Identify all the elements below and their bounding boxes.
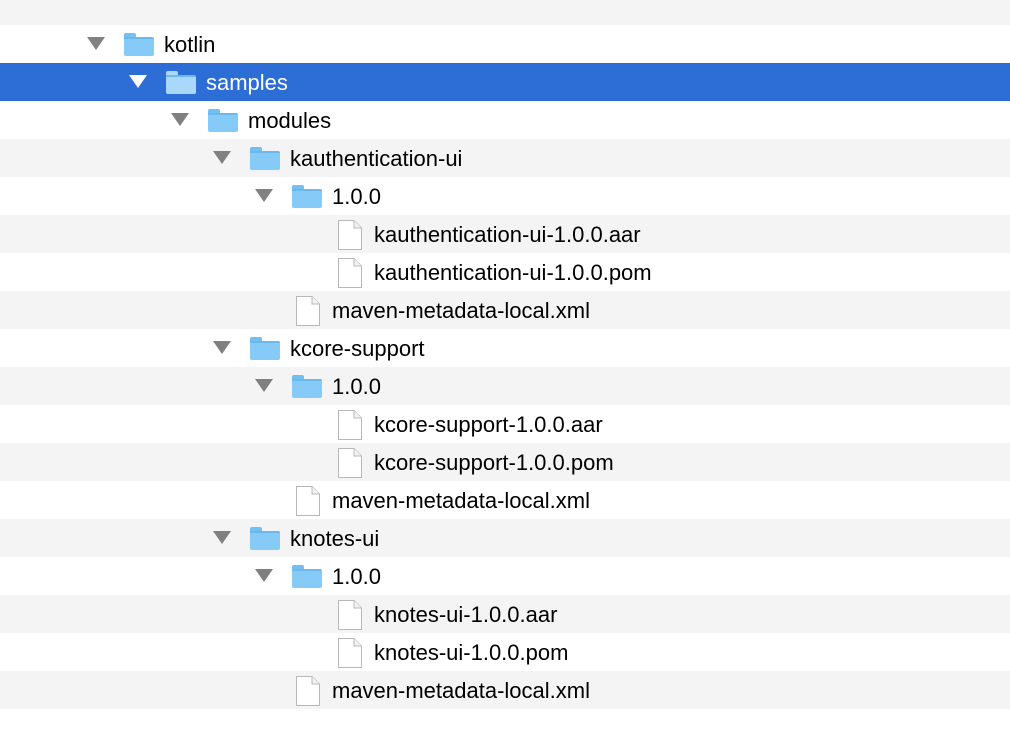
tree-row-version[interactable]: 1.0.0 [0, 557, 1010, 595]
tree-row-label: 1.0.0 [332, 184, 381, 209]
document-icon [338, 220, 362, 250]
folder-icon [291, 563, 323, 589]
tree-row-file[interactable]: kauthentication-ui-1.0.0.pom [0, 253, 1010, 291]
folder-icon [207, 107, 239, 133]
tree-row-label: kauthentication-ui-1.0.0.pom [374, 260, 652, 285]
document-icon [338, 410, 362, 440]
tree-row-file[interactable]: maven-metadata-local.xml [0, 671, 1010, 709]
tree-row-file[interactable]: knotes-ui-1.0.0.aar [0, 595, 1010, 633]
tree-row-kotlin[interactable]: kotlin [0, 25, 1010, 63]
tree-row-file[interactable]: kcore-support-1.0.0.pom [0, 443, 1010, 481]
tree-row-label: kauthentication-ui-1.0.0.aar [374, 222, 641, 247]
disclosure-triangle-icon[interactable] [213, 341, 231, 354]
tree-row-file[interactable]: knotes-ui-1.0.0.pom [0, 633, 1010, 671]
document-icon [296, 676, 320, 706]
folder-icon [291, 183, 323, 209]
tree-row-file[interactable]: maven-metadata-local.xml [0, 481, 1010, 519]
tree-row-file[interactable]: kauthentication-ui-1.0.0.aar [0, 215, 1010, 253]
disclosure-triangle-icon[interactable] [171, 113, 189, 126]
disclosure-triangle-icon[interactable] [255, 379, 273, 392]
tree-row-kauthentication-ui[interactable]: kauthentication-ui [0, 139, 1010, 177]
tree-row-label: maven-metadata-local.xml [332, 488, 590, 513]
tree-row-label: 1.0.0 [332, 374, 381, 399]
disclosure-triangle-icon[interactable] [213, 151, 231, 164]
folder-icon [123, 31, 155, 57]
disclosure-triangle-icon[interactable] [213, 531, 231, 544]
tree-row-modules[interactable]: modules [0, 101, 1010, 139]
tree-row-partial-bottom [0, 709, 1010, 747]
tree-row-label: kcore-support [290, 336, 425, 361]
tree-row-samples[interactable]: samples [0, 63, 1010, 101]
tree-row-label: maven-metadata-local.xml [332, 678, 590, 703]
tree-row-kcore-support[interactable]: kcore-support [0, 329, 1010, 367]
tree-row-label: 1.0.0 [332, 564, 381, 589]
tree-row-knotes-ui[interactable]: knotes-ui [0, 519, 1010, 557]
disclosure-triangle-icon[interactable] [255, 569, 273, 582]
folder-icon [249, 335, 281, 361]
tree-row-label: samples [206, 70, 288, 95]
disclosure-triangle-icon[interactable] [255, 189, 273, 202]
tree-row-label: kauthentication-ui [290, 146, 463, 171]
folder-icon [165, 69, 197, 95]
document-icon [338, 638, 362, 668]
tree-row-label: knotes-ui-1.0.0.pom [374, 640, 569, 665]
folder-icon [249, 525, 281, 551]
document-icon [296, 486, 320, 516]
tree-row-label: knotes-ui-1.0.0.aar [374, 602, 558, 627]
document-icon [338, 258, 362, 288]
tree-row-partial-top [0, 0, 1010, 25]
document-icon [296, 296, 320, 326]
tree-row-label: maven-metadata-local.xml [332, 298, 590, 323]
disclosure-triangle-icon[interactable] [87, 37, 105, 50]
tree-row-version[interactable]: 1.0.0 [0, 367, 1010, 405]
tree-row-label: kcore-support-1.0.0.aar [374, 412, 603, 437]
tree-row-file[interactable]: kcore-support-1.0.0.aar [0, 405, 1010, 443]
folder-icon [291, 373, 323, 399]
document-icon [338, 600, 362, 630]
document-icon [338, 448, 362, 478]
tree-row-label: kotlin [164, 32, 216, 57]
file-tree: kotlin samples modules kauthentication-u… [0, 0, 1010, 747]
tree-row-label: modules [248, 108, 332, 133]
tree-row-file[interactable]: maven-metadata-local.xml [0, 291, 1010, 329]
disclosure-triangle-icon[interactable] [129, 75, 147, 88]
tree-row-label: kcore-support-1.0.0.pom [374, 450, 614, 475]
tree-row-label: knotes-ui [290, 526, 380, 551]
folder-icon [249, 145, 281, 171]
tree-row-version[interactable]: 1.0.0 [0, 177, 1010, 215]
